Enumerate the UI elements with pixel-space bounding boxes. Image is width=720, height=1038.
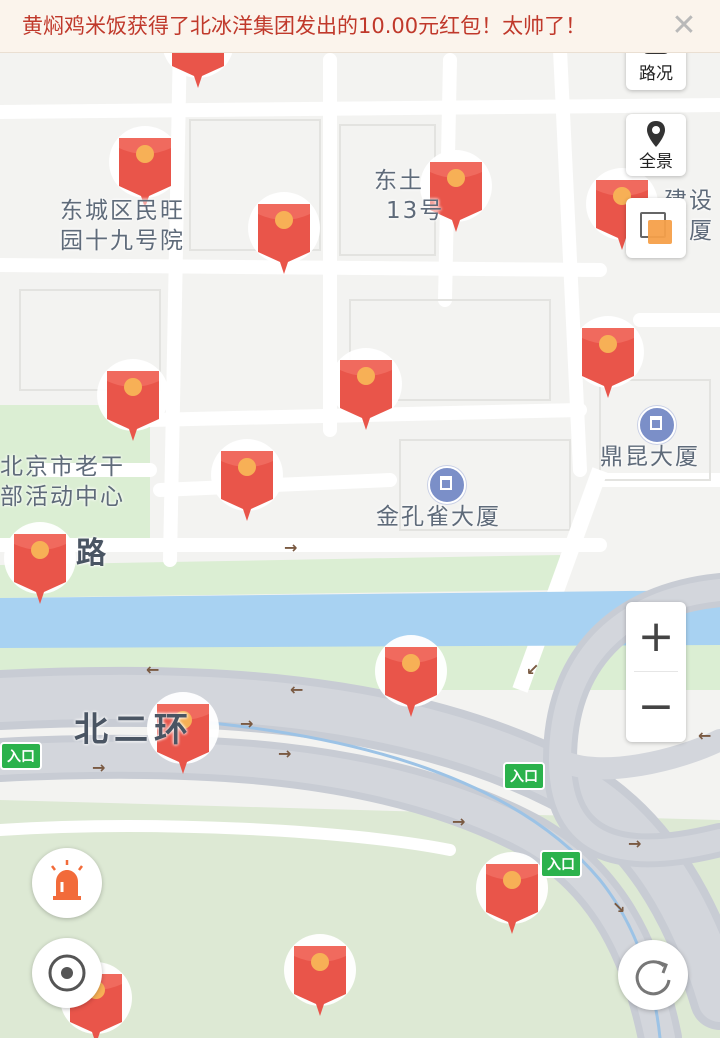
direction-arrow-icon: →	[278, 744, 292, 763]
layers-button[interactable]	[626, 198, 686, 258]
label-dingkun: 鼎昆大厦	[600, 444, 700, 470]
zoom-out-button[interactable]: −	[626, 672, 686, 742]
direction-arrow-icon: →	[240, 714, 254, 733]
label-dongcheng: 东城区民旺 园十九号院	[60, 198, 185, 254]
siren-icon	[51, 860, 83, 900]
entrance-badge: 入口	[0, 742, 42, 770]
building-icon	[428, 466, 466, 504]
map-canvas[interactable]	[0, 0, 720, 1038]
layers-icon-front	[648, 220, 672, 244]
label-dongtu: 东土 13号	[374, 168, 445, 224]
locate-button[interactable]	[32, 938, 102, 1008]
crosshair-icon	[48, 954, 86, 992]
notice-banner: 黄焖鸡米饭获得了北冰洋集团发出的10.00元红包！太帅了！ ✕	[0, 0, 720, 53]
label-jinkongque: 金孔雀大厦	[376, 504, 501, 530]
refresh-icon	[635, 960, 671, 996]
zoom-control: + −	[626, 602, 686, 742]
direction-arrow-icon: ←	[146, 660, 160, 679]
label-road: 路	[76, 536, 108, 571]
entrance-badge: 入口	[540, 850, 582, 878]
notice-text: 黄焖鸡米饭获得了北冰洋集团发出的10.00元红包！太帅了！	[22, 14, 587, 38]
direction-arrow-icon: →	[628, 834, 642, 853]
direction-arrow-icon: →	[452, 812, 466, 831]
close-icon[interactable]: ✕	[664, 6, 704, 46]
direction-arrow-icon: ←	[698, 726, 712, 745]
location-pin-icon	[647, 121, 665, 147]
direction-arrow-icon: ↘	[612, 898, 626, 917]
label-beierhuan: 北二环	[74, 710, 194, 750]
panorama-button[interactable]: 全景	[626, 114, 686, 176]
alarm-button[interactable]	[32, 848, 102, 918]
direction-arrow-icon: →	[92, 758, 106, 777]
refresh-button[interactable]	[618, 940, 688, 1010]
traffic-label: 路况	[639, 64, 673, 84]
panorama-label: 全景	[639, 152, 673, 172]
direction-arrow-icon: ↙	[526, 660, 540, 679]
building-icon	[638, 406, 676, 444]
label-laogan: 北京市老干 部活动中心	[0, 454, 125, 510]
direction-arrow-icon: ←	[290, 680, 304, 699]
zoom-in-button[interactable]: +	[626, 602, 686, 672]
entrance-badge: 入口	[503, 762, 545, 790]
direction-arrow-icon: →	[284, 538, 298, 557]
